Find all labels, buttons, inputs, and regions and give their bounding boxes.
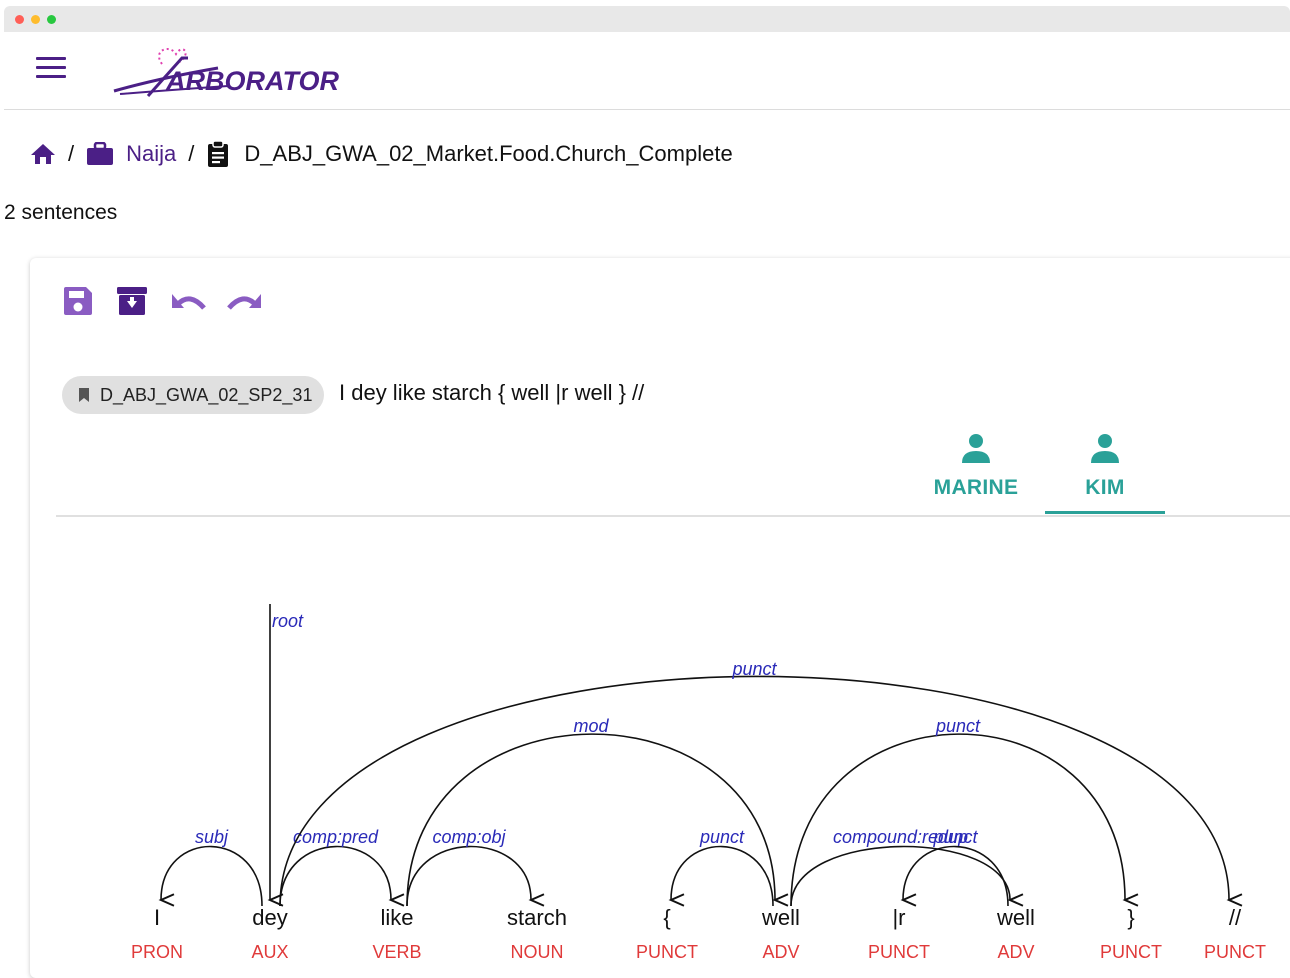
archive-icon[interactable] (116, 285, 148, 317)
token-form[interactable]: like (380, 905, 413, 930)
relation-label: comp:pred (293, 827, 379, 847)
relation-label: punct (935, 716, 981, 736)
arborator-logo[interactable]: ARBORATOR (110, 42, 350, 98)
sentence-count: 2 sentences (4, 201, 118, 224)
breadcrumb: / Naija / D_ABJ_GWA_02_Market.Food.Churc… (30, 136, 733, 172)
dependency-arc (279, 845, 405, 907)
breadcrumb-sample: D_ABJ_GWA_02_Market.Food.Church_Complete (244, 141, 733, 166)
sentence-id: D_ABJ_GWA_02_SP2_31 (100, 384, 313, 405)
dependency-arc (279, 675, 1243, 907)
window-titlebar (4, 6, 1290, 32)
clipboard-icon (208, 140, 229, 167)
relation-label: subj (195, 827, 229, 847)
dependency-arc (406, 733, 789, 907)
person-icon (962, 434, 990, 463)
breadcrumb-separator: / (188, 141, 195, 166)
token-upos[interactable]: PUNCT (1100, 942, 1162, 962)
sentence-text: I dey like starch { well |r well } // (339, 380, 645, 405)
hamburger-menu-icon[interactable] (36, 57, 70, 81)
window-close-button[interactable] (15, 15, 24, 24)
token-form[interactable]: } (1127, 905, 1134, 930)
dependency-arc (900, 845, 1009, 907)
sentence-id-chip[interactable]: D_ABJ_GWA_02_SP2_31 (62, 376, 325, 414)
relation-label: root (272, 611, 304, 631)
token-upos[interactable]: ADV (997, 942, 1034, 962)
token-upos[interactable]: ADV (762, 942, 799, 962)
token-upos[interactable]: PUNCT (868, 942, 930, 962)
bookmark-icon (79, 388, 89, 402)
token-form[interactable]: { (663, 905, 670, 930)
dependency-arc (668, 845, 774, 907)
briefcase-icon (87, 142, 114, 165)
person-icon (1091, 434, 1119, 463)
tab-marine[interactable]: MARINE (916, 430, 1036, 514)
home-icon[interactable] (30, 142, 56, 166)
redo-icon[interactable] (225, 290, 263, 314)
save-icon[interactable] (62, 285, 94, 317)
relation-label: punct (932, 827, 978, 847)
dependency-tree[interactable]: I PRON dey AUX like VERB starch NOUN { PUNCT well A… (0, 520, 1290, 965)
tab-label: MARINE (933, 476, 1019, 499)
tabs-divider (56, 515, 1290, 517)
token-form[interactable]: |r (892, 905, 905, 930)
token-upos[interactable]: PRON (131, 942, 183, 962)
dependency-arc (406, 845, 545, 907)
tab-kim[interactable]: KIM (1045, 430, 1165, 514)
dependency-arc (790, 733, 1139, 907)
token-upos[interactable]: PUNCT (636, 942, 698, 962)
relation-label: comp:obj (432, 827, 506, 847)
undo-icon[interactable] (170, 290, 208, 314)
window-minimize-button[interactable] (31, 15, 40, 24)
dependency-arc (790, 845, 1024, 907)
selected-tab-indicator (1045, 511, 1165, 514)
relation-label: punct (731, 659, 777, 679)
dependency-arc (158, 845, 263, 907)
breadcrumb-project-link[interactable]: Naija (126, 141, 176, 167)
token-form[interactable]: well (996, 905, 1035, 930)
token-upos[interactable]: AUX (251, 942, 288, 962)
window-maximize-button[interactable] (47, 15, 56, 24)
token-form[interactable]: // (1229, 905, 1242, 930)
breadcrumb-separator: / (68, 141, 75, 166)
token-upos[interactable]: PUNCT (1204, 942, 1266, 962)
app-header: ARBORATOR (4, 32, 1290, 110)
logo-text: ARBORATOR (165, 66, 339, 96)
token-form[interactable]: dey (252, 905, 287, 930)
tab-label: KIM (1085, 476, 1125, 499)
token-upos[interactable]: VERB (372, 942, 421, 962)
relation-label: punct (699, 827, 745, 847)
token-upos[interactable]: NOUN (511, 942, 564, 962)
token-form[interactable]: I (154, 905, 160, 930)
relation-label: mod (573, 716, 609, 736)
token-form[interactable]: starch (507, 905, 567, 930)
token-form[interactable]: well (761, 905, 800, 930)
